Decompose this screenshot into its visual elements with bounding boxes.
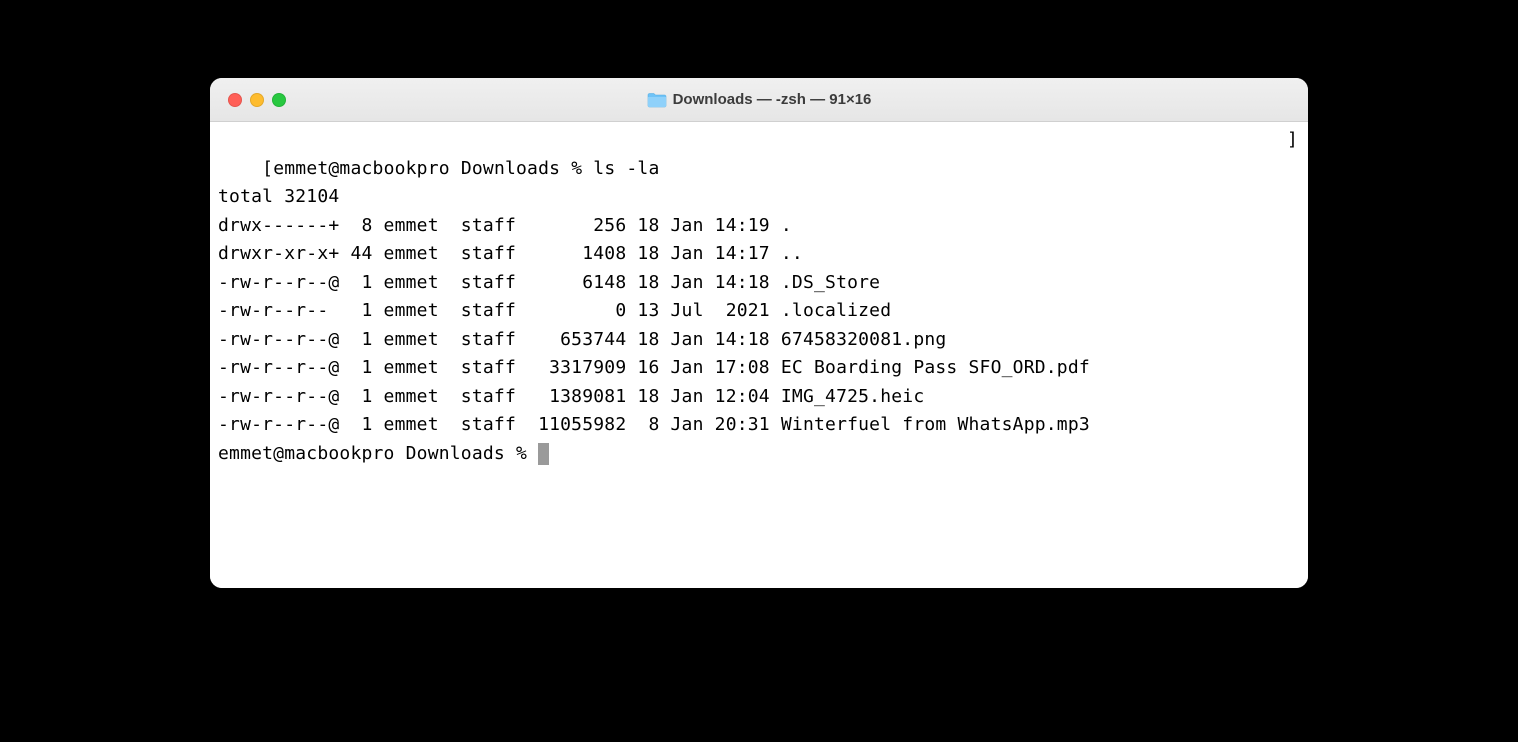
listing-row: -rw-r--r--@ 1 emmet staff 11055982 8 Jan… bbox=[218, 411, 1300, 440]
maximize-button[interactable] bbox=[272, 93, 286, 107]
command-text: ls -la bbox=[593, 158, 659, 179]
listing-row: drwx------+ 8 emmet staff 256 18 Jan 14:… bbox=[218, 212, 1300, 241]
bracket-right: ] bbox=[1287, 126, 1298, 155]
prompt-text-2: emmet@macbookpro Downloads % bbox=[218, 443, 538, 464]
close-button[interactable] bbox=[228, 93, 242, 107]
total-line: total 32104 bbox=[218, 183, 1300, 212]
folder-icon bbox=[647, 92, 667, 108]
listing-row: drwxr-xr-x+ 44 emmet staff 1408 18 Jan 1… bbox=[218, 240, 1300, 269]
bracket-left: [ bbox=[262, 158, 273, 179]
listing-row: -rw-r--r--@ 1 emmet staff 3317909 16 Jan… bbox=[218, 354, 1300, 383]
terminal-window: Downloads — -zsh — 91×16 [emmet@macbookp… bbox=[210, 78, 1308, 588]
title-bar[interactable]: Downloads — -zsh — 91×16 bbox=[210, 78, 1308, 122]
window-title: Downloads — -zsh — 91×16 bbox=[673, 91, 872, 108]
traffic-lights bbox=[210, 93, 286, 107]
listing-row: -rw-r--r--@ 1 emmet staff 6148 18 Jan 14… bbox=[218, 269, 1300, 298]
minimize-button[interactable] bbox=[250, 93, 264, 107]
listing-row: -rw-r--r-- 1 emmet staff 0 13 Jul 2021 .… bbox=[218, 297, 1300, 326]
cursor bbox=[538, 443, 549, 465]
prompt-text: emmet@macbookpro Downloads % bbox=[273, 158, 593, 179]
terminal-body[interactable]: [emmet@macbookpro Downloads % ls -la] to… bbox=[210, 122, 1308, 588]
listing-row: -rw-r--r--@ 1 emmet staff 1389081 18 Jan… bbox=[218, 383, 1300, 412]
listing-row: -rw-r--r--@ 1 emmet staff 653744 18 Jan … bbox=[218, 326, 1300, 355]
